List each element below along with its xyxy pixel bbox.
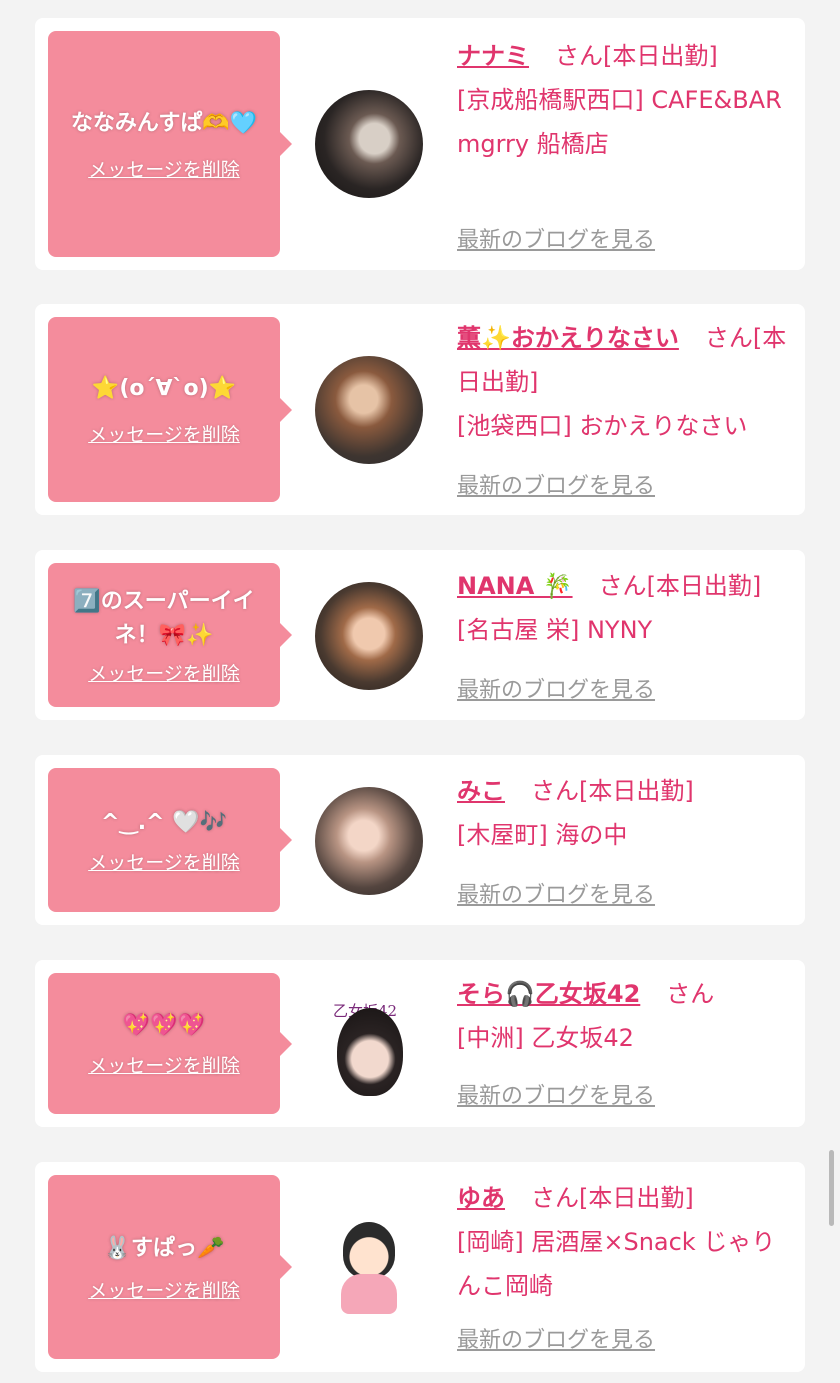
latest-blog-link[interactable]: 最新のブログを見る bbox=[457, 1322, 655, 1354]
message-bubble: 🐰すぱっ🥕 メッセージを削除 bbox=[48, 1175, 292, 1359]
message-card: ⭐️(o´∀`o)⭐️ メッセージを削除 薫✨おかえりなさい さん[本日出勤] [… bbox=[35, 304, 805, 515]
avatar[interactable] bbox=[315, 582, 423, 690]
latest-blog-link[interactable]: 最新のブログを見る bbox=[457, 1078, 655, 1110]
location-text: [中洲] 乙女坂42 bbox=[457, 1024, 634, 1052]
message-card: ななみんすぱ🫶🩵 メッセージを削除 ナナミ さん[本日出勤] [京成船橋駅西口] … bbox=[35, 18, 805, 270]
location-text: [池袋西口] おかえりなさい bbox=[457, 412, 748, 440]
status-label: [本日出勤] bbox=[579, 777, 694, 805]
profile-info: NANA 🎋 さん[本日出勤] [名古屋 栄] NYNY bbox=[457, 564, 787, 652]
avatar[interactable]: 乙女坂42 bbox=[315, 992, 423, 1100]
location-text: [岡崎] 居酒屋×Snack じゃりんこ岡崎 bbox=[457, 1228, 776, 1300]
location-text: [木屋町] 海の中 bbox=[457, 821, 628, 849]
latest-blog-link[interactable]: 最新のブログを見る bbox=[457, 672, 655, 704]
profile-info: 薫✨おかえりなさい さん[本日出勤] [池袋西口] おかえりなさい bbox=[457, 316, 787, 448]
message-text: ななみんすぱ🫶🩵 bbox=[70, 110, 258, 136]
profile-info: ゆあ さん[本日出勤] [岡崎] 居酒屋×Snack じゃりんこ岡崎 bbox=[457, 1176, 787, 1308]
location-text: [京成船橋駅西口] CAFE&BAR mgrry 船橋店 bbox=[457, 86, 782, 158]
honorific: さん bbox=[531, 777, 579, 805]
message-card: 🐰すぱっ🥕 メッセージを削除 ゆあ さん[本日出勤] [岡崎] 居酒屋×Snack… bbox=[35, 1162, 805, 1372]
message-bubble: 💖💖💖 メッセージを削除 bbox=[48, 973, 292, 1114]
message-card: 7️⃣のスーパーイイネ！🎀✨ メッセージを削除 NANA 🎋 さん[本日出勤] [… bbox=[35, 550, 805, 720]
status-label: [本日出勤] bbox=[579, 1184, 694, 1212]
message-card: ^‿.^ 🤍🎶 メッセージを削除 みこ さん[本日出勤] [木屋町] 海の中 最新… bbox=[35, 755, 805, 925]
delete-message-link[interactable]: メッセージを削除 bbox=[88, 420, 240, 447]
profile-info: みこ さん[本日出勤] [木屋町] 海の中 bbox=[457, 769, 787, 857]
avatar-illustration-body bbox=[341, 1274, 397, 1314]
delete-message-link[interactable]: メッセージを削除 bbox=[88, 848, 240, 875]
profile-info: そら🎧乙女坂42 さん [中洲] 乙女坂42 bbox=[457, 972, 787, 1060]
message-bubble: 7️⃣のスーパーイイネ！🎀✨ メッセージを削除 bbox=[48, 563, 292, 707]
status-label: [本日出勤] bbox=[646, 572, 762, 600]
scrollbar[interactable] bbox=[829, 1150, 834, 1226]
delete-message-link[interactable]: メッセージを削除 bbox=[88, 1276, 240, 1303]
profile-info: ナナミ さん[本日出勤] [京成船橋駅西口] CAFE&BAR mgrry 船橋店 bbox=[457, 34, 787, 166]
message-card: 💖💖💖 メッセージを削除 乙女坂42 そら🎧乙女坂42 さん [中洲] 乙女坂42… bbox=[35, 960, 805, 1127]
status-label: [本日出勤] bbox=[603, 42, 718, 70]
profile-name-link[interactable]: そら🎧乙女坂42 bbox=[457, 980, 640, 1008]
profile-name-link[interactable]: ゆあ bbox=[457, 1184, 505, 1212]
honorific: さん bbox=[666, 980, 715, 1008]
profile-name-link[interactable]: 薫✨おかえりなさい bbox=[457, 324, 679, 352]
latest-blog-link[interactable]: 最新のブログを見る bbox=[457, 877, 655, 909]
delete-message-link[interactable]: メッセージを削除 bbox=[88, 1051, 240, 1078]
avatar[interactable] bbox=[315, 90, 423, 198]
message-text: 💖💖💖 bbox=[122, 1013, 206, 1038]
avatar[interactable] bbox=[315, 356, 423, 464]
delete-message-link[interactable]: メッセージを削除 bbox=[88, 659, 240, 686]
profile-name-link[interactable]: みこ bbox=[457, 777, 505, 805]
latest-blog-link[interactable]: 最新のブログを見る bbox=[457, 222, 655, 254]
profile-name-link[interactable]: NANA 🎋 bbox=[457, 572, 573, 600]
honorific: さん bbox=[555, 42, 603, 70]
profile-name-link[interactable]: ナナミ bbox=[457, 42, 529, 70]
honorific: さん bbox=[598, 572, 647, 600]
avatar[interactable] bbox=[315, 1214, 423, 1322]
message-bubble: ⭐️(o´∀`o)⭐️ メッセージを削除 bbox=[48, 317, 292, 502]
latest-blog-link[interactable]: 最新のブログを見る bbox=[457, 468, 655, 500]
honorific: さん bbox=[704, 324, 753, 352]
avatar[interactable] bbox=[315, 787, 423, 895]
message-text: ^‿.^ 🤍🎶 bbox=[101, 809, 227, 835]
delete-message-link[interactable]: メッセージを削除 bbox=[88, 155, 240, 182]
avatar-illustration bbox=[343, 1222, 395, 1278]
avatar-photo bbox=[337, 1008, 403, 1096]
location-text: [名古屋 栄] NYNY bbox=[457, 616, 653, 644]
message-text: ⭐️(o´∀`o)⭐️ bbox=[91, 376, 237, 401]
message-bubble: ^‿.^ 🤍🎶 メッセージを削除 bbox=[48, 768, 292, 912]
honorific: さん bbox=[531, 1184, 579, 1212]
message-text: 🐰すぱっ🥕 bbox=[103, 1235, 225, 1261]
message-bubble: ななみんすぱ🫶🩵 メッセージを削除 bbox=[48, 31, 292, 257]
message-text: 7️⃣のスーパーイイネ！🎀✨ bbox=[73, 588, 255, 648]
